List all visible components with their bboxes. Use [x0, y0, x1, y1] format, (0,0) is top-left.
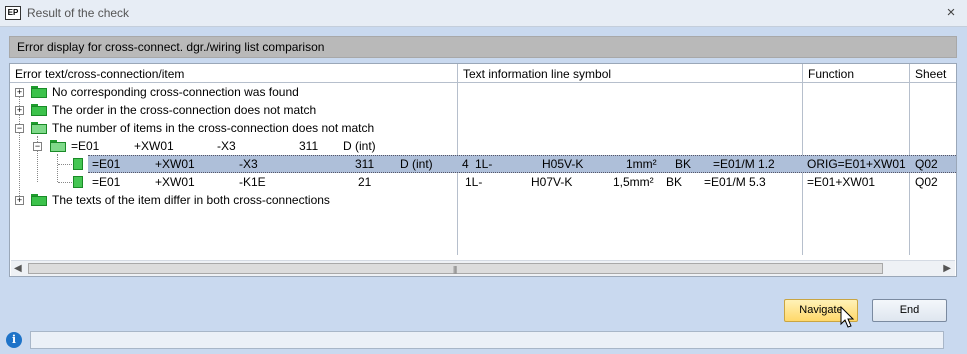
item-icon: [73, 158, 83, 170]
cell-location: +XW01: [134, 139, 174, 153]
tree-row-label: The texts of the item differ in both cro…: [52, 193, 330, 207]
tree-row-label: No corresponding cross-connection was fo…: [52, 85, 299, 99]
collapse-icon[interactable]: −: [33, 142, 42, 151]
grip-icon: |||: [453, 265, 457, 274]
cell-device: -X3: [217, 139, 236, 153]
cell-type: D (int): [343, 139, 376, 153]
expand-icon[interactable]: +: [15, 88, 24, 97]
column-header-sheet[interactable]: Sheet: [910, 64, 956, 83]
tree-row-cross-connection[interactable]: − =E01 +XW01 -X3 311 D (int): [10, 137, 956, 155]
tree-row-label: The order in the cross-connection does n…: [52, 103, 317, 117]
cell-connection: 311: [299, 139, 319, 153]
column-header-text-information[interactable]: Text information line symbol: [458, 64, 803, 83]
status-bar: i: [0, 328, 967, 354]
tree-row-item-selected[interactable]: =E01 +XW01 -X3 311 D (int) 4 1L- H05V-K …: [10, 155, 956, 173]
cell-line-symbol: 1L-: [465, 175, 483, 189]
expand-icon[interactable]: +: [15, 106, 24, 115]
cell-location: +XW01: [155, 175, 195, 189]
scroll-left-icon[interactable]: ◀: [14, 263, 22, 274]
cell-reference: =E01/M 1.2: [713, 157, 775, 171]
folder-icon: [31, 104, 47, 116]
cell-location: +XW01: [155, 157, 195, 171]
column-header-error-text[interactable]: Error text/cross-connection/item: [10, 64, 458, 83]
cell-device: -X3: [239, 157, 258, 171]
scroll-right-icon[interactable]: ▶: [943, 263, 951, 274]
open-folder-icon: [31, 122, 47, 134]
cell-line-number: 4: [462, 157, 469, 171]
status-field: [30, 331, 944, 349]
end-button[interactable]: End: [872, 299, 947, 322]
tree-row-group[interactable]: − The number of items in the cross-conne…: [10, 119, 956, 137]
cell-function: ORIG=E01+XW01: [807, 157, 906, 171]
folder-icon: [31, 86, 47, 98]
open-folder-icon: [50, 140, 66, 152]
app-icon: EP: [5, 6, 21, 20]
expand-icon[interactable]: +: [15, 196, 24, 205]
column-header-function[interactable]: Function: [803, 64, 910, 83]
tree-row-label: The number of items in the cross-connect…: [52, 121, 375, 135]
info-icon: i: [6, 332, 22, 348]
cell-connection: 311: [355, 157, 375, 171]
cell-color: BK: [675, 157, 692, 171]
cell-sheet: Q02: [915, 157, 938, 171]
collapse-icon[interactable]: −: [15, 124, 24, 133]
cell-cross-section: 1mm²: [626, 157, 657, 171]
cell-designation: =E01: [71, 139, 100, 153]
cell-line-symbol: 1L-: [475, 157, 493, 171]
tree-row-item[interactable]: =E01 +XW01 -K1E 21 1L- H07V-K 1,5mm² BK …: [10, 173, 956, 191]
cell-cross-section: 1,5mm²: [613, 175, 654, 189]
result-grid[interactable]: Error text/cross-connection/item Text in…: [9, 63, 957, 277]
cell-designation: =E01: [92, 175, 121, 189]
close-icon[interactable]: ×: [940, 3, 962, 23]
scrollbar-thumb[interactable]: |||: [28, 263, 883, 274]
panel-heading: Error display for cross-connect. dgr./wi…: [9, 36, 957, 58]
item-icon: [73, 176, 83, 188]
tree-row-group[interactable]: + The texts of the item differ in both c…: [10, 191, 956, 209]
mouse-cursor-icon: [840, 306, 855, 328]
cell-color: BK: [666, 175, 683, 189]
cell-sheet: Q02: [915, 175, 938, 189]
cell-cable-type: H05V-K: [542, 157, 584, 171]
horizontal-scrollbar[interactable]: ◀ ||| ▶: [11, 260, 955, 276]
folder-icon: [31, 194, 47, 206]
cell-type: D (int): [400, 157, 433, 171]
cell-function: =E01+XW01: [807, 175, 876, 189]
window-title: Result of the check: [27, 6, 130, 20]
tree-row-group[interactable]: + No corresponding cross-connection was …: [10, 83, 956, 101]
cell-reference: =E01/M 5.3: [704, 175, 766, 189]
cell-cable-type: H07V-K: [531, 175, 573, 189]
cell-device: -K1E: [239, 175, 266, 189]
title-bar: EP Result of the check ×: [0, 0, 967, 27]
panel-heading-text: Error display for cross-connect. dgr./wi…: [17, 40, 325, 54]
tree-row-group[interactable]: + The order in the cross-connection does…: [10, 101, 956, 119]
cell-connection: 21: [358, 175, 372, 189]
cell-designation: =E01: [92, 157, 121, 171]
